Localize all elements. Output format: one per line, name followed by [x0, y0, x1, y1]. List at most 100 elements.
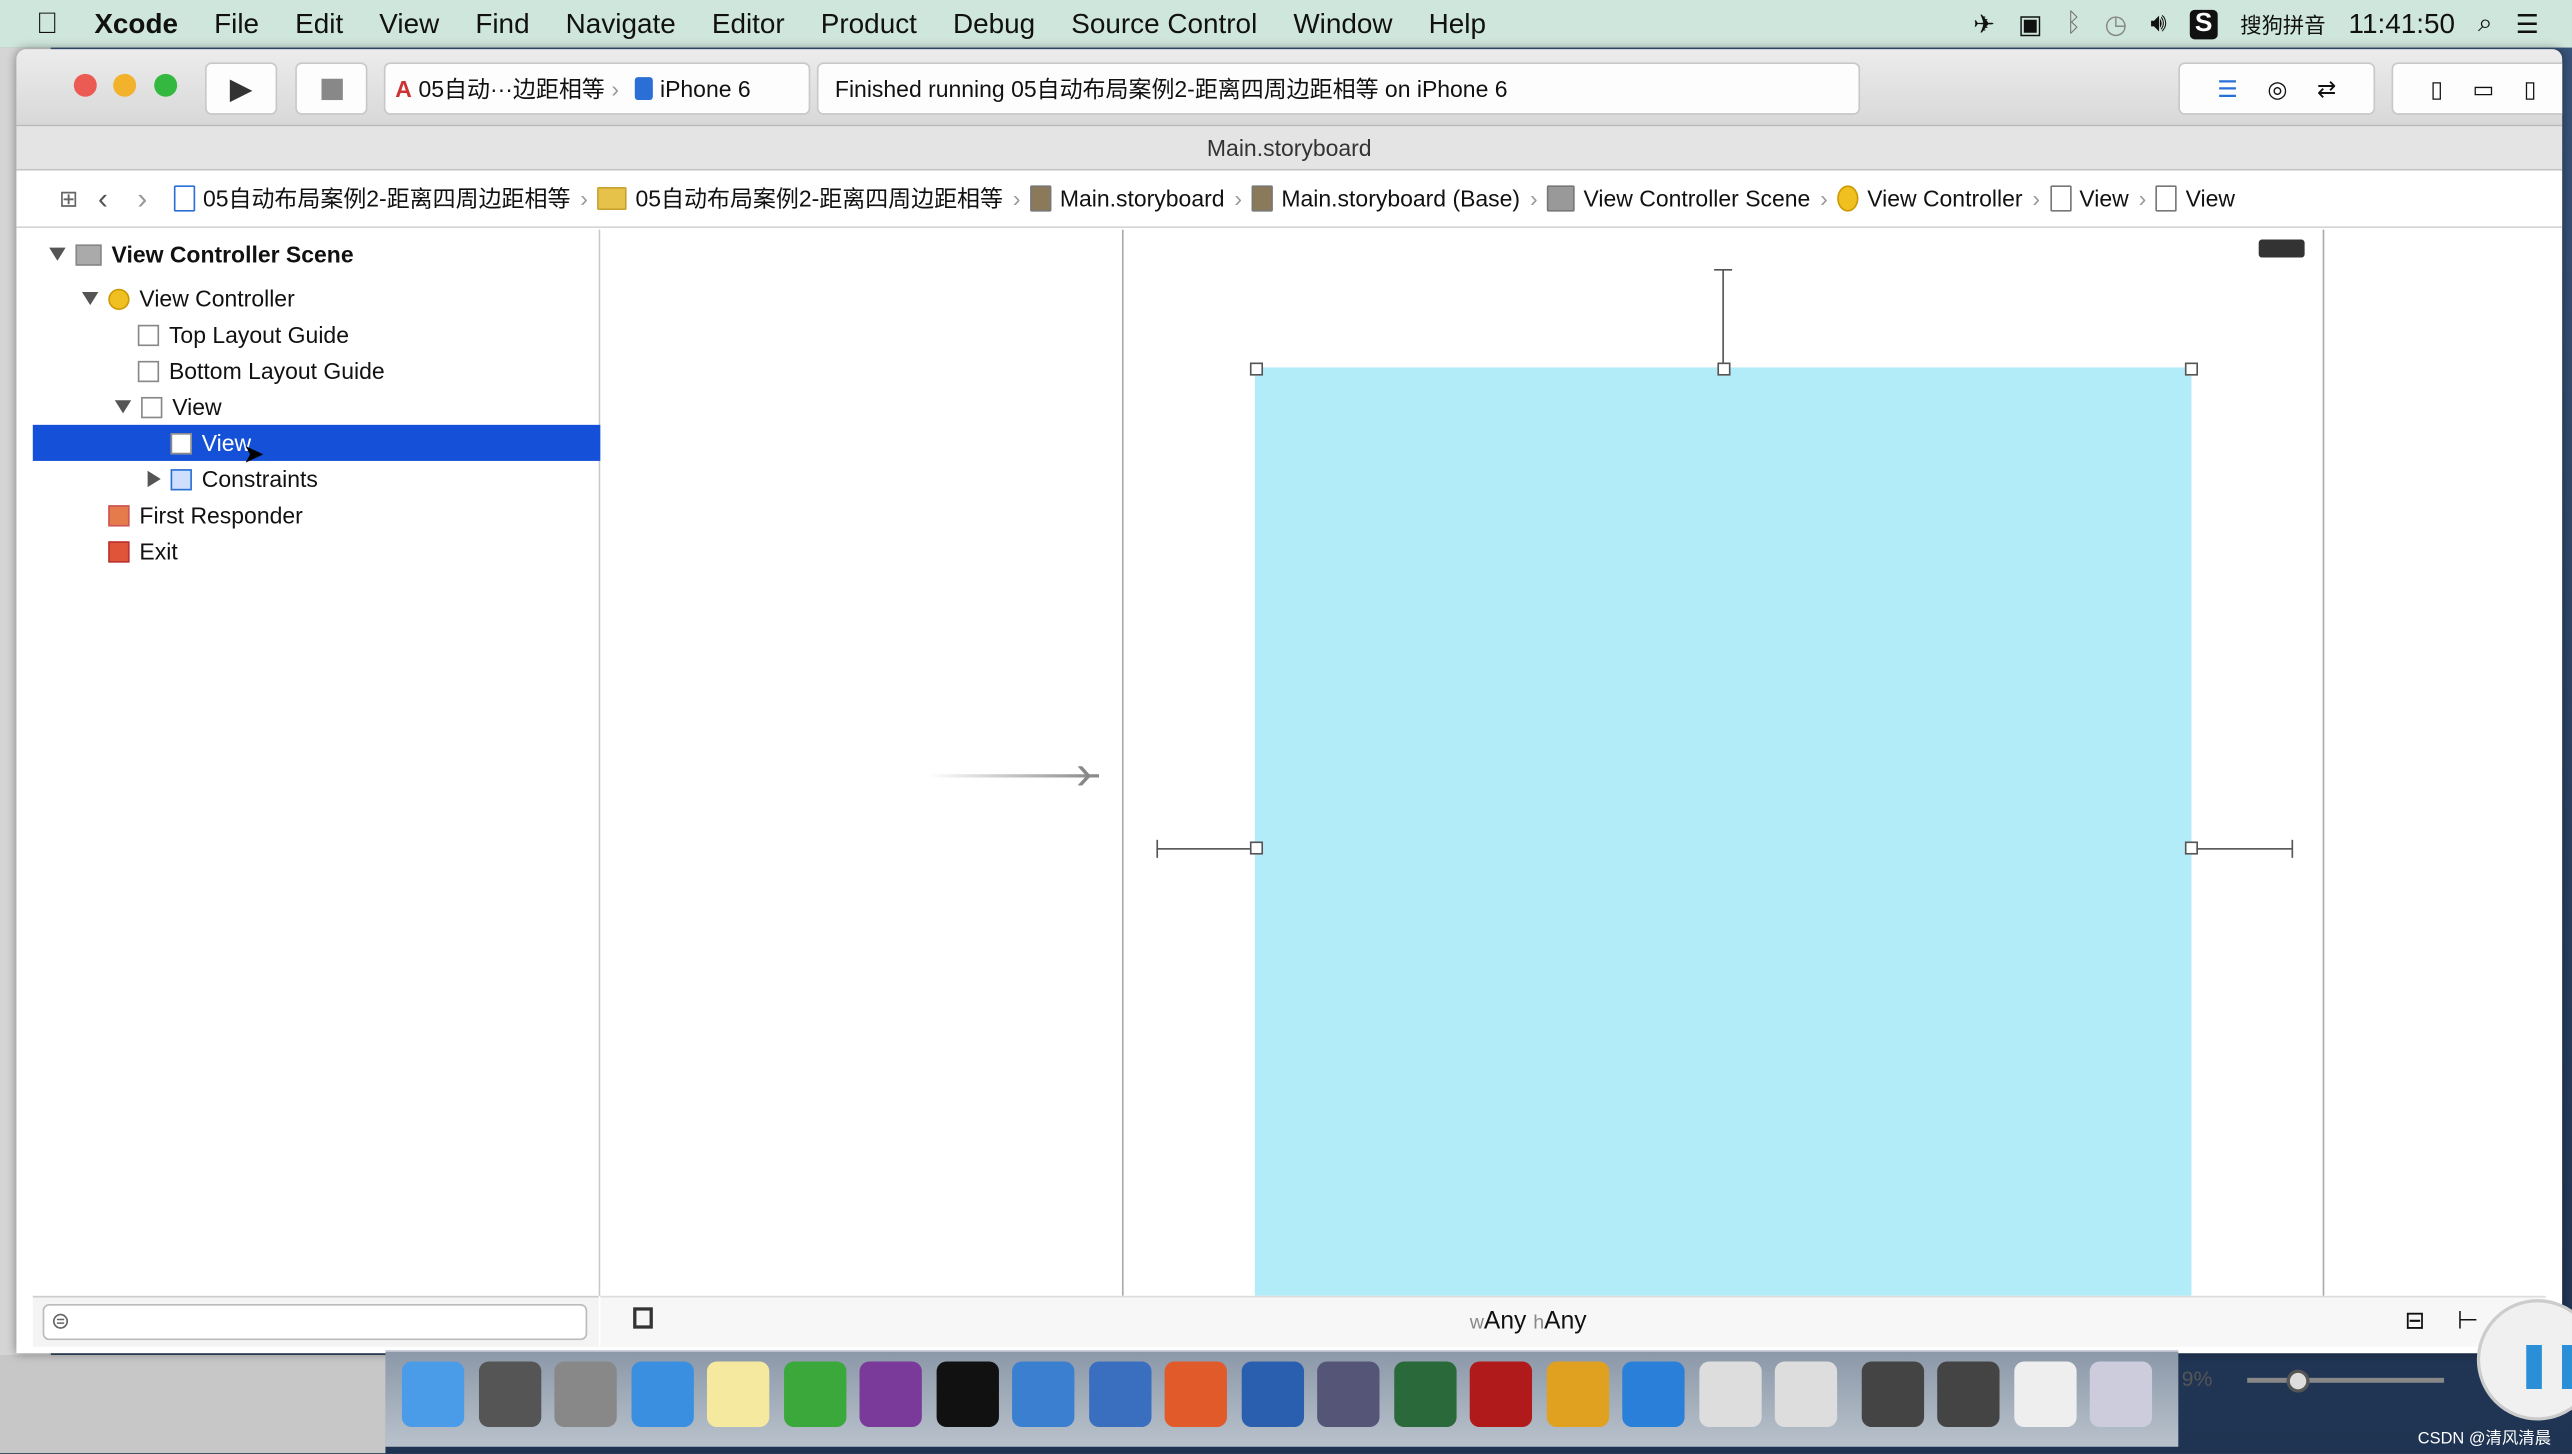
menu-window[interactable]: Window: [1293, 7, 1392, 40]
menu-app[interactable]: Xcode: [94, 7, 178, 40]
resize-handle[interactable]: [1249, 362, 1264, 376]
finder-icon[interactable]: [401, 1361, 465, 1428]
disclosure-triangle[interactable]: [147, 470, 161, 488]
selected-view[interactable]: [1254, 367, 2192, 1296]
navigator-toggle-icon[interactable]: ▯: [2430, 75, 2443, 103]
menu-debug[interactable]: Debug: [953, 7, 1035, 40]
outline-scene[interactable]: View Controller Scene: [33, 236, 615, 272]
menu-help[interactable]: Help: [1429, 7, 1486, 40]
storyboard-canvas[interactable]: ›: [600, 229, 2546, 1296]
xcode-icon[interactable]: [1012, 1361, 1075, 1428]
xcode-alt-icon[interactable]: [1088, 1361, 1151, 1428]
time-machine-icon[interactable]: ◷: [2105, 7, 2128, 40]
instruments-alt-icon[interactable]: [1774, 1361, 1838, 1428]
leading-constraint[interactable]: [1156, 848, 1250, 850]
screen-share-icon[interactable]: [1860, 1361, 1924, 1428]
breadcrumb-scene[interactable]: View Controller Scene: [1547, 185, 1810, 212]
assistant-editor-icon[interactable]: ◎: [2267, 75, 2287, 103]
airplane-icon[interactable]: ✈: [1973, 7, 1995, 40]
close-button[interactable]: [73, 73, 97, 97]
onenote-icon[interactable]: [859, 1361, 922, 1428]
outline-view-controller[interactable]: View Controller: [33, 280, 648, 316]
menu-editor[interactable]: Editor: [712, 7, 785, 40]
filezilla-icon[interactable]: [1469, 1361, 1533, 1428]
slider-knob[interactable]: [2286, 1369, 2310, 1393]
scene-icon: [75, 243, 102, 265]
zoom-slider[interactable]: [2247, 1369, 2445, 1393]
pin-icon[interactable]: ⊢: [2457, 1306, 2478, 1335]
imovie-icon[interactable]: [1317, 1361, 1380, 1428]
input-method-label[interactable]: 搜狗拼音: [2240, 8, 2325, 39]
outline-toggle-icon[interactable]: [633, 1307, 653, 1329]
breadcrumb-storyboard[interactable]: Main.storyboard: [1030, 185, 1225, 212]
debug-toggle-icon[interactable]: ▭: [2473, 75, 2495, 103]
scheme-selector[interactable]: A 05自动···边距相等 › iPhone 6: [383, 62, 811, 115]
disclosure-triangle[interactable]: [114, 400, 132, 414]
disclosure-triangle[interactable]: [82, 291, 99, 306]
disclosure-triangle[interactable]: [49, 247, 66, 261]
bluetooth-icon[interactable]: ᛒ: [2066, 9, 2082, 39]
system-preferences-icon[interactable]: [478, 1361, 541, 1428]
excel-icon[interactable]: [783, 1361, 846, 1428]
launchpad-icon[interactable]: [554, 1361, 617, 1428]
apple-icon[interactable]: : [36, 7, 58, 41]
menu-file[interactable]: File: [214, 7, 259, 40]
pause-icon: ❚❚: [2516, 1338, 2572, 1388]
menu-navigate[interactable]: Navigate: [566, 7, 676, 40]
minimize-button[interactable]: [113, 73, 137, 97]
stop-button[interactable]: [295, 62, 368, 115]
volume-icon[interactable]: 🔊︎: [2150, 9, 2167, 39]
utilities-toggle-icon[interactable]: ▯: [2524, 75, 2537, 103]
zoom-button[interactable]: [154, 73, 178, 97]
top-constraint[interactable]: [1722, 269, 1724, 363]
breadcrumb-view-controller[interactable]: View Controller: [1837, 185, 2022, 212]
outline-first-responder[interactable]: First Responder: [33, 497, 674, 533]
forward-button[interactable]: ›: [137, 181, 147, 215]
outline-filter-input[interactable]: ⊜: [42, 1304, 588, 1341]
device-name: iPhone 6: [659, 75, 751, 102]
trash-icon[interactable]: [2089, 1361, 2153, 1428]
breadcrumb-view[interactable]: View: [2049, 185, 2129, 212]
outline-view[interactable]: View: [33, 389, 681, 425]
breadcrumb-folder[interactable]: 05自动布局案例2-距离四周边距相等: [597, 182, 1003, 215]
resize-handle[interactable]: [1717, 362, 1731, 376]
trailing-constraint[interactable]: [2196, 848, 2292, 850]
menu-view[interactable]: View: [379, 7, 439, 40]
screen-share-alt-icon[interactable]: [1937, 1361, 2000, 1428]
menu-product[interactable]: Product: [821, 7, 917, 40]
scissors-app-icon[interactable]: [1240, 1361, 1304, 1428]
menu-find[interactable]: Find: [475, 7, 529, 40]
screen-record-icon[interactable]: ▣: [2018, 7, 2043, 40]
breadcrumb-project[interactable]: 05自动布局案例2-距离四周边距相等: [173, 182, 570, 215]
safari-icon[interactable]: [630, 1361, 694, 1428]
jump-bar: ⊞ ‹ › 05自动布局案例2-距离四周边距相等 › 05自动布局案例2-距离四周…: [16, 170, 2563, 229]
run-button[interactable]: ▶: [205, 62, 278, 115]
spotlight-icon[interactable]: ⌕: [2478, 9, 2493, 39]
instruments-icon[interactable]: [1698, 1361, 1761, 1428]
sogou-icon[interactable]: S: [2189, 9, 2218, 39]
align-icon[interactable]: ⊟: [2405, 1306, 2426, 1335]
notification-list-icon[interactable]: ☰: [2516, 7, 2540, 40]
menu-edit[interactable]: Edit: [295, 7, 343, 40]
back-button[interactable]: ‹: [98, 181, 108, 215]
ftp-app-icon[interactable]: [1393, 1361, 1456, 1428]
outline-exit[interactable]: Exit: [33, 533, 674, 569]
word-icon[interactable]: [1622, 1361, 1685, 1428]
version-editor-icon[interactable]: ⇄: [2317, 75, 2336, 103]
notes-icon[interactable]: [706, 1361, 770, 1428]
resize-handle[interactable]: [2184, 362, 2199, 376]
terminal-icon[interactable]: [935, 1361, 999, 1428]
breadcrumb-subview[interactable]: View: [2156, 185, 2235, 212]
related-items-icon[interactable]: ⊞: [59, 185, 78, 213]
resize-handle[interactable]: [1249, 841, 1264, 855]
view-icon: [2156, 185, 2178, 212]
pages-icon[interactable]: [1545, 1361, 1609, 1428]
menu-source-control[interactable]: Source Control: [1071, 7, 1257, 40]
standard-editor-icon[interactable]: ☰: [2217, 75, 2238, 103]
breadcrumb-storyboard-base[interactable]: Main.storyboard (Base): [1251, 185, 1520, 212]
size-class-button[interactable]: wAny hAny: [1470, 1307, 1587, 1335]
powerpoint-icon[interactable]: [1164, 1361, 1227, 1428]
zoom-percent: 9%: [2181, 1366, 2213, 1391]
clock[interactable]: 11:41:50: [2349, 7, 2455, 40]
preview-icon[interactable]: [2013, 1361, 2076, 1428]
